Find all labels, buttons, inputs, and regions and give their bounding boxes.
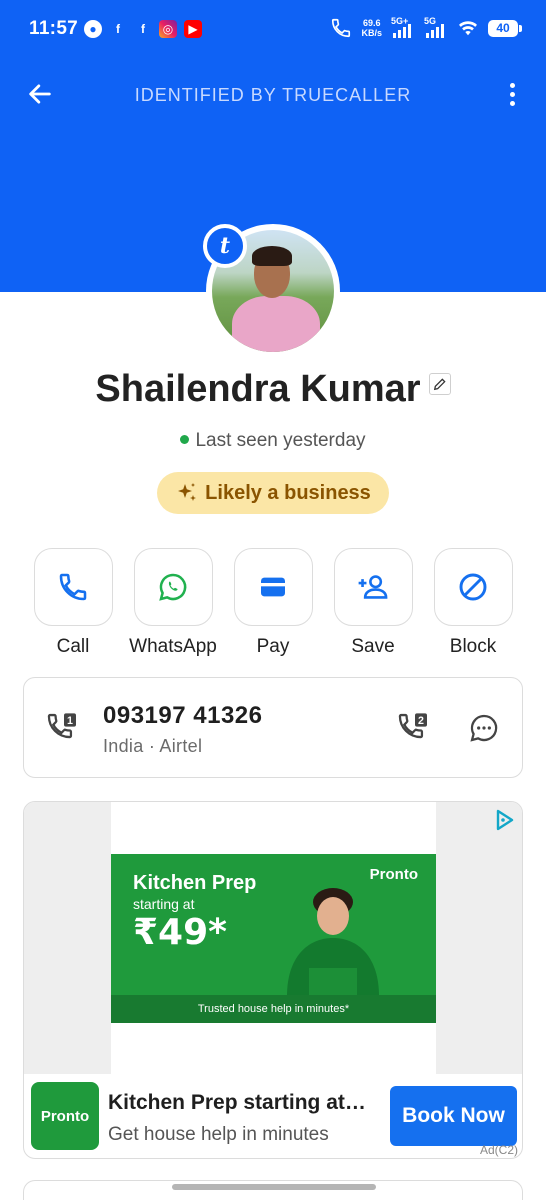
ad-label: Ad(C2) <box>479 1143 518 1157</box>
number-location-carrier: India · Airtel <box>103 736 203 756</box>
ad-banner-image[interactable]: Kitchen Prep starting at ₹49* Pronto Tru… <box>111 854 436 1023</box>
svg-text:1: 1 <box>67 715 73 727</box>
whatsapp-action[interactable]: WhatsApp <box>129 548 217 658</box>
header-title: IDENTIFIED BY TRUECALLER <box>134 85 412 105</box>
add-contact-icon <box>358 575 388 599</box>
save-action[interactable]: Save <box>333 548 413 658</box>
sparkle-icon <box>178 483 197 501</box>
facebook-icon: f <box>116 22 120 36</box>
wifi-call-icon <box>332 18 351 38</box>
status-bar: 11:57 ● f f ◎ ▶ 69.6 KB/s 5G+ 5G 40 <box>0 0 546 60</box>
edit-name-button[interactable] <box>428 372 451 395</box>
whatsapp-button[interactable] <box>133 548 213 626</box>
phone-icon <box>59 573 87 601</box>
message-button[interactable] <box>468 712 500 749</box>
advertiser-logo[interactable]: Pronto <box>31 1082 99 1150</box>
pay-button[interactable] <box>233 548 313 626</box>
banner-price: ₹49* <box>133 912 227 953</box>
banner-footer: Trusted house help in minutes* <box>111 995 436 1023</box>
pay-action[interactable]: Pay <box>233 548 313 658</box>
status-time: 11:57 <box>29 18 79 39</box>
message-notification-icon: ● <box>84 20 102 38</box>
network-speed: 69.6 KB/s <box>361 18 382 38</box>
block-icon <box>459 573 487 601</box>
block-action[interactable]: Block <box>433 548 513 658</box>
phone-number[interactable]: 093197 41326 <box>103 702 263 730</box>
wifi-icon <box>459 21 477 36</box>
sim2-call-icon: 2 <box>398 713 427 739</box>
book-now-button[interactable]: Book Now <box>390 1086 517 1146</box>
ad-card[interactable]: Kitchen Prep starting at ₹49* Pronto Tru… <box>23 801 523 1159</box>
sim2-call-button[interactable]: 2 <box>397 712 429 749</box>
instagram-icon: ◎ <box>159 20 177 38</box>
ad-choices-icon <box>496 809 514 831</box>
more-options-button[interactable] <box>500 78 524 110</box>
contact-name: Shailendra Kumar <box>0 368 546 411</box>
more-vert-icon <box>509 82 515 88</box>
banner-person-illustration <box>287 888 379 996</box>
sim1-call-icon: 1 <box>47 713 76 739</box>
battery-icon: 40 <box>488 19 522 37</box>
sim1-call-button[interactable]: 1 <box>46 712 78 749</box>
call-button[interactable] <box>33 548 113 626</box>
status-right: 69.6 KB/s 5G+ 5G 40 <box>330 16 522 40</box>
banner-brand: Pronto <box>369 866 418 883</box>
ad-title[interactable]: Kitchen Prep starting at… <box>108 1091 366 1115</box>
call-action[interactable]: Call <box>33 548 113 658</box>
chat-bubble-icon <box>470 714 498 742</box>
home-indicator[interactable] <box>172 1184 376 1190</box>
save-button[interactable] <box>333 548 413 626</box>
ad-description: Get house help in minutes <box>108 1124 329 1145</box>
pencil-icon <box>433 377 446 390</box>
youtube-icon: ▶ <box>184 20 202 38</box>
wallet-icon <box>261 577 285 597</box>
banner-title: Kitchen Prep <box>133 872 257 894</box>
signal-1-icon: 5G+ <box>391 16 415 40</box>
banner-subtitle: starting at <box>133 896 195 912</box>
last-seen-status: Last seen yesterday <box>0 430 546 452</box>
next-card <box>23 1180 523 1200</box>
signal-2-icon: 5G <box>424 16 448 40</box>
block-button[interactable] <box>433 548 513 626</box>
truecaller-badge-icon: t <box>203 224 247 268</box>
business-chip[interactable]: Likely a business <box>157 472 389 514</box>
action-row: Call WhatsApp Pay Save Block <box>33 548 513 658</box>
ad-choices-button[interactable] <box>492 808 516 837</box>
notification-icons: ● f f ◎ ▶ <box>84 20 202 38</box>
online-dot-icon <box>180 434 190 444</box>
phone-number-card[interactable]: 1 093197 41326 India · Airtel 2 <box>23 677 523 778</box>
svg-text:2: 2 <box>418 715 424 727</box>
facebook-icon: f <box>141 22 145 36</box>
contact-name-text: Shailendra Kumar <box>95 368 421 410</box>
whatsapp-icon <box>159 573 187 601</box>
block-label: Block <box>449 636 497 657</box>
